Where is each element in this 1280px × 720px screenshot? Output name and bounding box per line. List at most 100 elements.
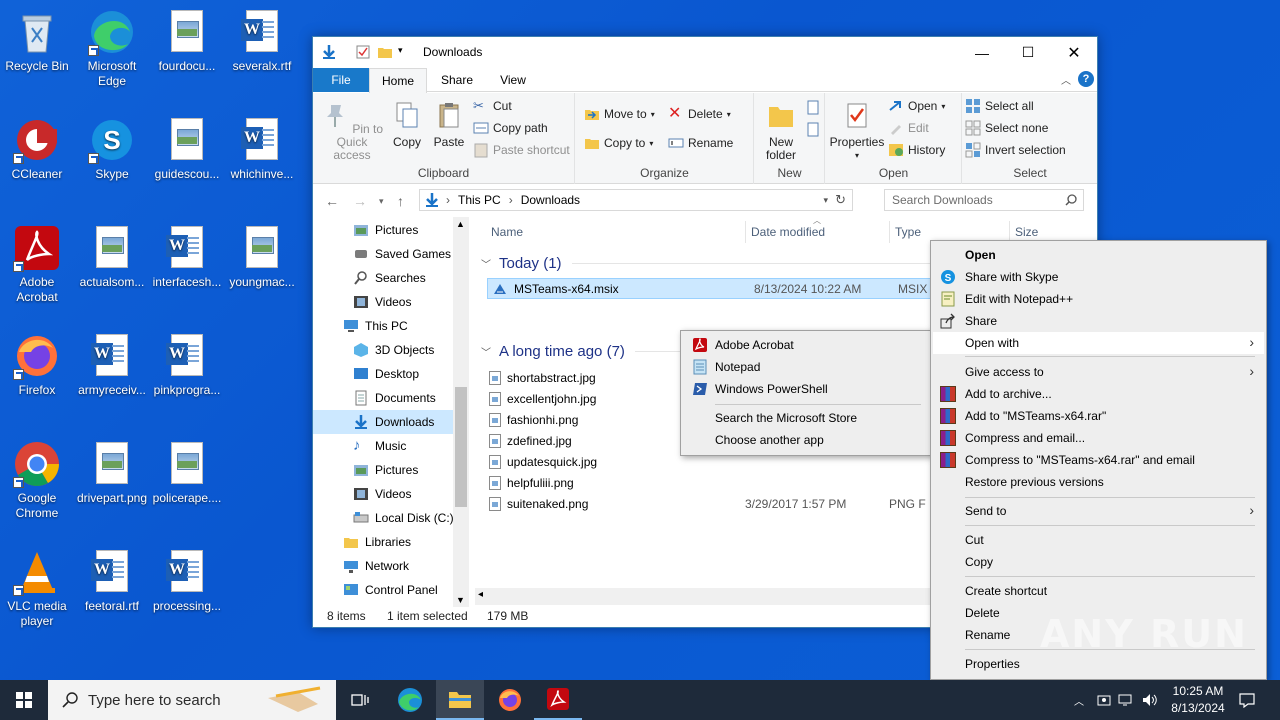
task-view-button[interactable] [336, 680, 384, 720]
desktop-icon-recycle-bin[interactable]: Recycle Bin [0, 8, 74, 74]
paste-button[interactable]: Paste [429, 101, 469, 149]
downloads-arrow-icon[interactable] [321, 44, 337, 60]
nav-item-control-panel[interactable]: Control Panel [313, 578, 453, 602]
network-icon[interactable] [1116, 680, 1136, 720]
scroll-up-icon[interactable]: ▲ [456, 219, 465, 229]
new-folder-icon[interactable] [377, 44, 393, 60]
close-button[interactable]: ✕ [1051, 37, 1097, 68]
move-to-button[interactable]: Move to ▾ [584, 105, 655, 123]
desktop-icon-file[interactable]: W interfacesh... [150, 224, 224, 290]
history-button[interactable]: History [888, 141, 945, 159]
nav-item-network[interactable]: Network [313, 554, 453, 578]
group-header-today[interactable]: ﹀ Today (1) [481, 255, 952, 272]
desktop-icon-file[interactable]: youngmac... [225, 224, 299, 290]
desktop-icon-file[interactable]: W armyreceiv... [75, 332, 149, 398]
pin-quick-access-button[interactable]: Pin to Quick access [317, 101, 387, 162]
menu-item-properties[interactable]: Properties [933, 653, 1264, 675]
desktop-icon-vlc[interactable]: VLC media player [0, 548, 74, 629]
new-item-icon[interactable] [805, 99, 823, 117]
quick-access-dropdown-icon[interactable]: ▾ [398, 45, 414, 61]
select-none-button[interactable]: Select none [965, 119, 1048, 137]
address-field[interactable]: › This PC › Downloads ▾ ↻ [419, 189, 853, 211]
recent-locations-icon[interactable]: ▾ [379, 196, 384, 207]
taskbar-clock[interactable]: 10:25 AM 8/13/2024 [1160, 683, 1236, 717]
desktop-icon-skype[interactable]: S Skype [75, 116, 149, 182]
nav-item-videos[interactable]: Videos [313, 290, 453, 314]
column-header-name[interactable]: Name [491, 225, 523, 239]
nav-item-3d-objects[interactable]: 3D Objects [313, 338, 453, 362]
address-dropdown-icon[interactable]: ▾ [823, 195, 828, 206]
defender-icon[interactable] [1094, 680, 1114, 720]
nav-item-local-disk[interactable]: Local Disk (C:) [313, 506, 454, 530]
desktop-icon-file[interactable]: W feetoral.rtf [75, 548, 149, 614]
column-header-date[interactable]: Date modified [751, 225, 825, 239]
select-all-button[interactable]: Select all [965, 97, 1034, 115]
menu-item-open-with[interactable]: Open with › [933, 332, 1264, 354]
tab-share[interactable]: Share [437, 68, 477, 92]
desktop-icon-file[interactable]: W severalx.rtf [225, 8, 299, 74]
desktop-icon-file[interactable]: drivepart.png [75, 440, 149, 506]
desktop-icon-edge[interactable]: Microsoft Edge [75, 8, 149, 89]
volume-icon[interactable] [1140, 680, 1160, 720]
file-row[interactable]: suitenaked.png 3/29/2017 1:57 PM PNG F [481, 493, 951, 514]
menu-item-choose-another-app[interactable]: Choose another app [683, 429, 929, 451]
desktop-icon-firefox[interactable]: Firefox [0, 332, 74, 398]
copy-button[interactable]: Copy [387, 101, 427, 149]
up-arrow-icon[interactable]: ↑ [397, 193, 404, 209]
nav-item-libraries[interactable]: Libraries [313, 530, 453, 554]
menu-item-powershell[interactable]: Windows PowerShell [683, 378, 929, 400]
copy-to-button[interactable]: Copy to ▾ [584, 134, 653, 152]
desktop-icon-file[interactable]: actualsom... [75, 224, 149, 290]
menu-item-search-store[interactable]: Search the Microsoft Store [683, 407, 929, 429]
nav-item-saved-games[interactable]: Saved Games [313, 242, 453, 266]
file-row[interactable]: helpfuliii.png [481, 472, 951, 493]
desktop-icon-file[interactable]: fourdocu... [150, 8, 224, 74]
refresh-icon[interactable]: ↻ [835, 192, 846, 208]
horizontal-scrollbar[interactable]: ◂ [475, 588, 935, 605]
properties-button[interactable]: Properties ▾ [828, 101, 886, 162]
help-icon[interactable]: ? [1078, 71, 1094, 87]
nav-item-desktop[interactable]: Desktop [313, 362, 453, 386]
delete-button[interactable]: ✕ Delete ▾ [668, 105, 731, 123]
menu-item-add-archive[interactable]: Add to archive... [933, 383, 1264, 405]
start-button[interactable] [0, 680, 48, 720]
nav-item-music[interactable]: ♪ Music [313, 434, 453, 458]
maximize-button[interactable]: ☐ [1005, 37, 1051, 68]
paste-shortcut-button[interactable]: Paste shortcut [473, 141, 570, 159]
menu-item-create-shortcut[interactable]: Create shortcut [933, 580, 1264, 602]
menu-item-notepad[interactable]: Notepad [683, 356, 929, 378]
file-row-selected[interactable]: MSTeams-x64.msix 8/13/2024 10:22 AM MSIX… [487, 278, 947, 299]
nav-item-this-pc[interactable]: This PC [313, 314, 453, 338]
menu-item-edit-notepadpp[interactable]: Edit with Notepad++ [933, 288, 1264, 310]
taskbar-search-input[interactable]: Type here to search [48, 680, 336, 720]
nav-scrollbar[interactable]: ▲ ▼ [453, 217, 469, 607]
menu-item-share[interactable]: Share [933, 310, 1264, 332]
taskbar-firefox[interactable] [486, 680, 534, 720]
menu-item-give-access[interactable]: Give access to › [933, 361, 1264, 383]
taskbar-file-explorer[interactable] [436, 680, 484, 720]
desktop-icon-file[interactable]: W whichinve... [225, 116, 299, 182]
search-input[interactable]: Search Downloads [884, 189, 1084, 211]
nav-item-videos[interactable]: Videos [313, 482, 453, 506]
taskbar-acrobat[interactable] [534, 680, 582, 720]
breadcrumb-this-pc[interactable]: This PC [458, 193, 501, 207]
menu-item-add-rar[interactable]: Add to "MSTeams-x64.rar" [933, 405, 1264, 427]
rename-button[interactable]: Rename [668, 134, 733, 152]
copy-path-button[interactable]: Copy path [473, 119, 548, 137]
easy-access-icon[interactable] [805, 121, 823, 139]
menu-item-adobe-acrobat[interactable]: Adobe Acrobat [683, 334, 929, 356]
tab-view[interactable]: View [493, 68, 533, 92]
nav-item-downloads[interactable]: Downloads [313, 410, 453, 434]
menu-item-open[interactable]: Open [933, 244, 1264, 266]
invert-selection-button[interactable]: Invert selection [965, 141, 1066, 159]
desktop-icon-file[interactable]: guidescou... [150, 116, 224, 182]
cut-button[interactable]: ✂ Cut [473, 97, 512, 115]
menu-item-copy[interactable]: Copy [933, 551, 1264, 573]
nav-item-pictures[interactable]: Pictures [313, 458, 453, 482]
scroll-down-icon[interactable]: ▼ [456, 595, 465, 605]
nav-item-pictures[interactable]: Pictures [313, 218, 453, 242]
desktop-icon-ccleaner[interactable]: CCleaner [0, 116, 74, 182]
tab-home[interactable]: Home [369, 68, 427, 93]
menu-item-compress-rar-email[interactable]: Compress to "MSTeams-x64.rar" and email [933, 449, 1264, 471]
menu-item-restore-versions[interactable]: Restore previous versions [933, 471, 1264, 493]
